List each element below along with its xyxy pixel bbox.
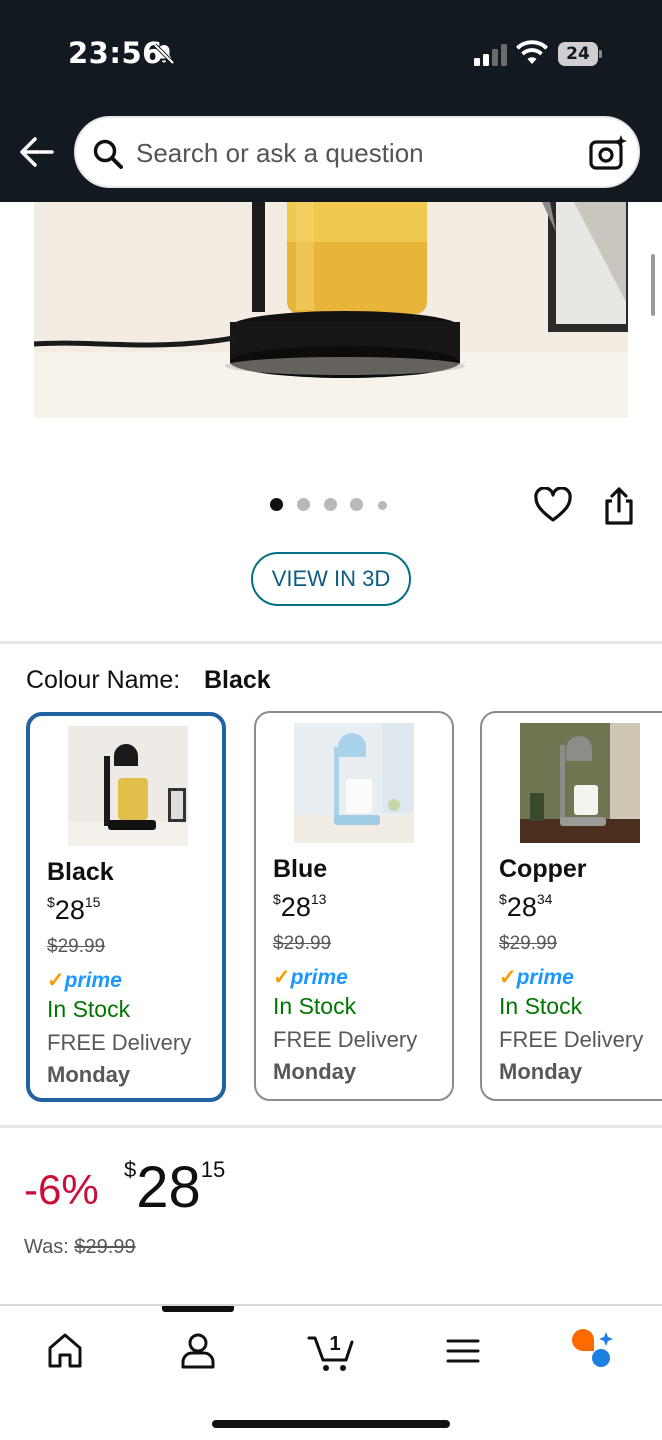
currency-symbol: $ bbox=[273, 891, 281, 907]
camera-search-icon[interactable] bbox=[588, 134, 628, 172]
home-icon[interactable] bbox=[40, 1326, 90, 1376]
prime-text: prime bbox=[290, 966, 348, 989]
prime-text: prime bbox=[516, 966, 574, 989]
cellular-signal-icon bbox=[474, 44, 507, 66]
lamp-photo bbox=[34, 202, 628, 418]
pagination-dot-1[interactable] bbox=[270, 498, 283, 511]
currency-symbol: $ bbox=[124, 1157, 137, 1182]
price-whole: 28 bbox=[136, 1155, 201, 1220]
section-divider bbox=[0, 1125, 662, 1128]
pagination-dot-3[interactable] bbox=[324, 498, 337, 511]
current-price: $2815 bbox=[124, 1154, 225, 1221]
swatch-was-price: $29.99 bbox=[499, 933, 558, 954]
swatch-stock-status: In Stock bbox=[273, 993, 357, 1019]
status-bar: 23:56 24 bbox=[0, 0, 662, 104]
swatch-was-price: $29.99 bbox=[47, 936, 106, 957]
cart-count: 1 bbox=[329, 1333, 340, 1355]
scroll-indicator[interactable] bbox=[651, 254, 655, 316]
pagination-dot-4[interactable] bbox=[350, 498, 363, 511]
swatch-price: $2813 bbox=[273, 891, 326, 923]
currency-symbol: $ bbox=[47, 894, 55, 910]
prime-badge: ✓prime bbox=[47, 968, 122, 993]
swatch-stock-status: In Stock bbox=[47, 996, 131, 1022]
price-whole: 28 bbox=[54, 895, 85, 925]
swatch-delivery: FREE Delivery bbox=[47, 1030, 192, 1055]
discount-percentage: -6% bbox=[24, 1166, 99, 1213]
search-header bbox=[0, 104, 662, 202]
back-arrow-icon[interactable] bbox=[18, 134, 56, 170]
swatch-delivery-day: Monday bbox=[47, 1062, 131, 1087]
prime-text: prime bbox=[64, 969, 122, 992]
price-whole: 28 bbox=[280, 892, 311, 922]
prime-check-icon: ✓ bbox=[499, 966, 517, 989]
swatch-price: $2815 bbox=[47, 894, 100, 926]
battery-level: 24 bbox=[558, 42, 598, 66]
prime-check-icon: ✓ bbox=[47, 969, 65, 992]
pagination-dot-2[interactable] bbox=[297, 498, 310, 511]
product-image[interactable] bbox=[34, 202, 628, 418]
home-indicator bbox=[212, 1420, 450, 1428]
menu-icon[interactable] bbox=[438, 1326, 488, 1376]
status-time: 23:56 bbox=[68, 36, 163, 70]
prime-badge: ✓prime bbox=[499, 965, 574, 990]
swatch-blue-thumb bbox=[294, 723, 414, 843]
battery-icon: 24 bbox=[558, 42, 602, 66]
cart-icon[interactable]: 1 bbox=[304, 1326, 358, 1376]
share-icon[interactable] bbox=[602, 486, 636, 526]
swatch-delivery-day: Monday bbox=[499, 1059, 583, 1084]
was-price-line: Was: $29.99 bbox=[24, 1236, 136, 1259]
swatch-price: $2834 bbox=[499, 891, 552, 923]
price-fraction: 13 bbox=[310, 891, 327, 907]
swatch-black[interactable]: Black $2815 $29.99 ✓prime In Stock FREE … bbox=[26, 712, 226, 1102]
price-fraction: 15 bbox=[200, 1157, 226, 1182]
price-fraction: 15 bbox=[84, 894, 101, 910]
swatch-delivery: FREE Delivery bbox=[273, 1027, 418, 1052]
nav-indicator bbox=[162, 1306, 234, 1312]
view-in-3d-button[interactable]: VIEW IN 3D bbox=[251, 552, 411, 606]
account-icon[interactable] bbox=[173, 1326, 223, 1376]
wifi-icon bbox=[516, 40, 548, 64]
colour-name-value: Black bbox=[204, 666, 271, 694]
heart-icon[interactable] bbox=[534, 487, 572, 523]
search-icon bbox=[93, 139, 123, 169]
swatch-was-price: $29.99 bbox=[273, 933, 332, 954]
swatch-copper[interactable]: Copper $2834 $29.99 ✓prime In Stock FREE… bbox=[480, 711, 662, 1101]
price-fraction: 34 bbox=[536, 891, 553, 907]
swatch-name: Copper bbox=[499, 855, 587, 883]
bottom-navigation: 1 bbox=[0, 1304, 662, 1440]
swatch-delivery: FREE Delivery bbox=[499, 1027, 644, 1052]
swatch-copper-thumb bbox=[520, 723, 640, 843]
battery-tip bbox=[599, 50, 602, 58]
swatch-name: Black bbox=[47, 858, 114, 886]
search-bar[interactable] bbox=[74, 116, 640, 188]
swatch-black-thumb bbox=[68, 726, 188, 846]
was-label: Was: bbox=[24, 1236, 69, 1258]
was-price: $29.99 bbox=[74, 1236, 136, 1258]
pagination-dot-5[interactable] bbox=[378, 501, 387, 510]
colour-name-label: Colour Name: bbox=[26, 666, 181, 694]
swatch-blue[interactable]: Blue $2813 $29.99 ✓prime In Stock FREE D… bbox=[254, 711, 454, 1101]
swatch-name: Blue bbox=[273, 855, 328, 883]
currency-symbol: $ bbox=[499, 891, 507, 907]
swatch-stock-status: In Stock bbox=[499, 993, 583, 1019]
bell-slash-icon bbox=[153, 43, 175, 65]
price-whole: 28 bbox=[506, 892, 537, 922]
rufus-assistant-icon[interactable] bbox=[568, 1326, 618, 1376]
swatch-delivery-day: Monday bbox=[273, 1059, 357, 1084]
prime-badge: ✓prime bbox=[273, 965, 348, 990]
prime-check-icon: ✓ bbox=[273, 966, 291, 989]
search-input[interactable] bbox=[136, 136, 576, 170]
section-divider bbox=[0, 641, 662, 644]
